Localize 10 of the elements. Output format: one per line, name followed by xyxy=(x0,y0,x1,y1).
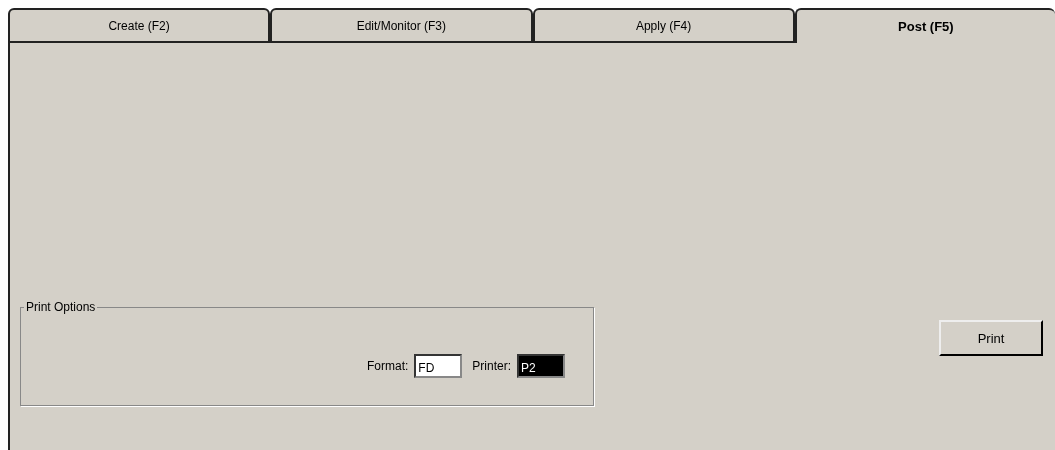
tab[interactable]: Apply (F4) xyxy=(532,8,795,43)
group-title: Print Options xyxy=(25,300,97,314)
print-button[interactable]: Print xyxy=(939,320,1043,356)
field-label: Format: xyxy=(366,359,409,373)
input-field[interactable]: P2 xyxy=(517,354,565,378)
field-label: Printer: xyxy=(472,359,511,373)
tab[interactable]: Edit/Monitor (F3) xyxy=(270,8,533,43)
tab[interactable]: Create (F2) xyxy=(8,8,271,43)
input-field[interactable]: FD xyxy=(414,354,463,378)
tab[interactable]: Post (F5) xyxy=(794,8,1055,43)
